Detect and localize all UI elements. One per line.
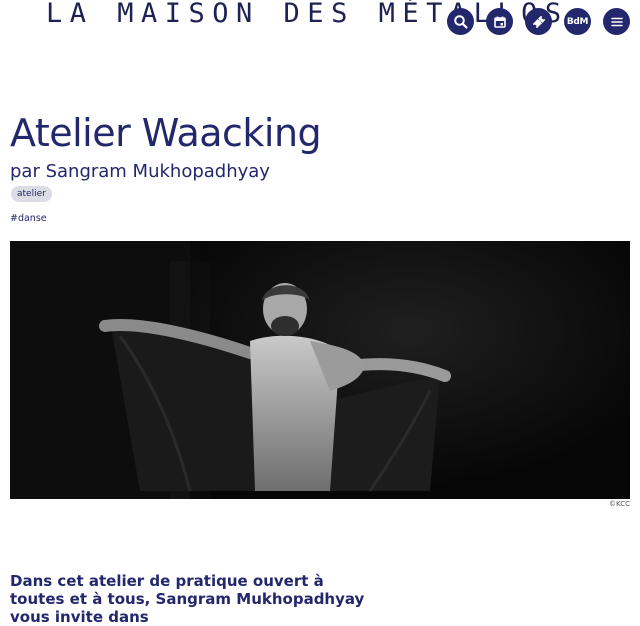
header-icons: BdM	[447, 8, 630, 35]
event-photo	[10, 241, 630, 499]
search-icon	[453, 14, 468, 29]
ticket-button[interactable]	[525, 8, 552, 35]
page-title: Atelier Waacking	[10, 111, 322, 155]
calendar-icon	[493, 16, 506, 28]
menu-icon	[610, 17, 623, 26]
bdm-button[interactable]: BdM	[564, 8, 591, 35]
hashtag-link[interactable]: #danse	[10, 213, 47, 224]
bdm-icon: BdM	[566, 16, 589, 27]
event-subtitle: par Sangram Mukhopadhyay	[10, 161, 270, 182]
photo-credit: ©KCC	[609, 500, 630, 508]
dancer-photo	[10, 241, 630, 499]
ticket-icon	[532, 15, 545, 28]
event-intro: Dans cet atelier de pratique ouvert à to…	[10, 572, 365, 626]
calendar-button[interactable]	[486, 8, 513, 35]
menu-button[interactable]	[603, 8, 630, 35]
category-tag[interactable]: atelier	[11, 186, 52, 202]
search-button[interactable]	[447, 8, 474, 35]
